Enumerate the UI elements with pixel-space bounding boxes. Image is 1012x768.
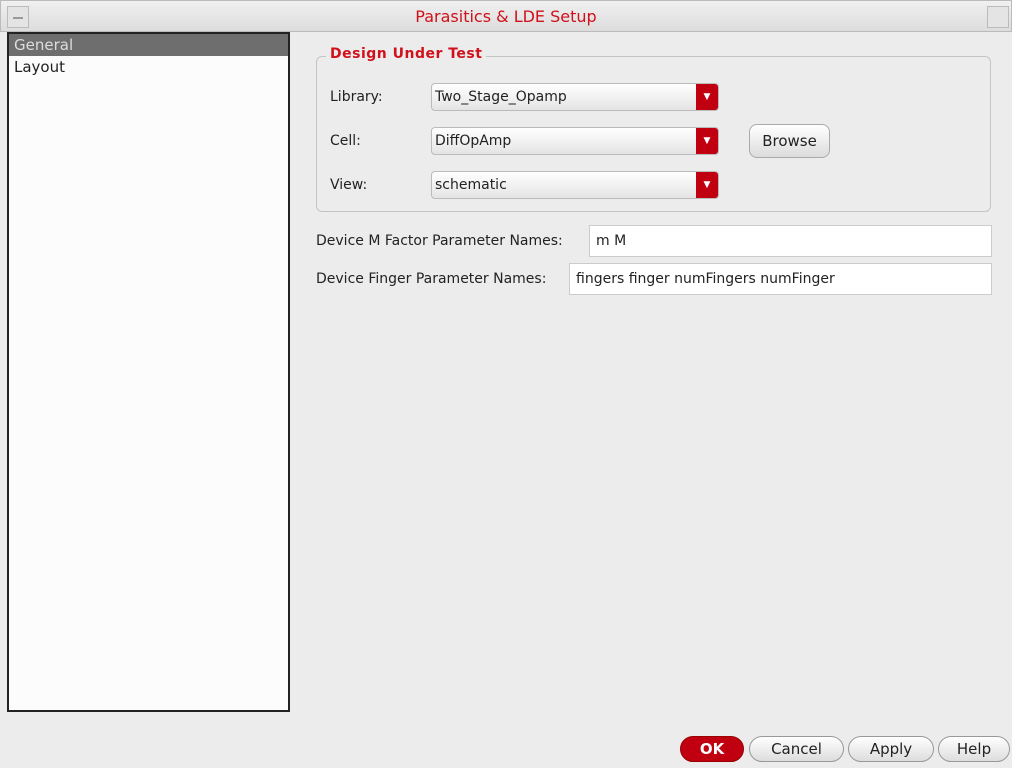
browse-button[interactable]: Browse xyxy=(749,124,830,158)
window-title: Parasitics & LDE Setup xyxy=(415,7,597,26)
cell-label: Cell: xyxy=(330,133,361,149)
mfactor-label: Device M Factor Parameter Names: xyxy=(316,233,563,249)
cell-select[interactable]: DiffOpAmp ▼ xyxy=(431,127,719,155)
library-select[interactable]: Two_Stage_Opamp ▼ xyxy=(431,83,719,111)
group-legend: Design Under Test xyxy=(326,46,487,62)
sidebar-item-layout[interactable]: Layout xyxy=(9,56,288,78)
chevron-down-icon[interactable]: ▼ xyxy=(696,172,718,198)
ok-button[interactable]: OK xyxy=(680,736,744,762)
finger-label: Device Finger Parameter Names: xyxy=(316,271,547,287)
cell-value: DiffOpAmp xyxy=(435,133,512,149)
view-select[interactable]: schematic ▼ xyxy=(431,171,719,199)
mfactor-input[interactable]: m M xyxy=(589,225,992,257)
window-control-icon[interactable] xyxy=(987,6,1009,28)
view-label: View: xyxy=(330,177,368,193)
category-list[interactable]: General Layout xyxy=(7,32,290,712)
title-bar: Parasitics & LDE Setup xyxy=(0,0,1012,32)
chevron-down-icon[interactable]: ▼ xyxy=(696,128,718,154)
library-label: Library: xyxy=(330,89,383,105)
apply-button[interactable]: Apply xyxy=(848,736,934,762)
cancel-button[interactable]: Cancel xyxy=(749,736,844,762)
chevron-down-icon[interactable]: ▼ xyxy=(696,84,718,110)
view-value: schematic xyxy=(435,177,507,193)
library-value: Two_Stage_Opamp xyxy=(435,89,567,105)
finger-input[interactable]: fingers finger numFingers numFinger xyxy=(569,263,992,295)
window-menu-icon[interactable] xyxy=(7,6,29,28)
sidebar-item-general[interactable]: General xyxy=(9,34,288,56)
help-button[interactable]: Help xyxy=(938,736,1010,762)
